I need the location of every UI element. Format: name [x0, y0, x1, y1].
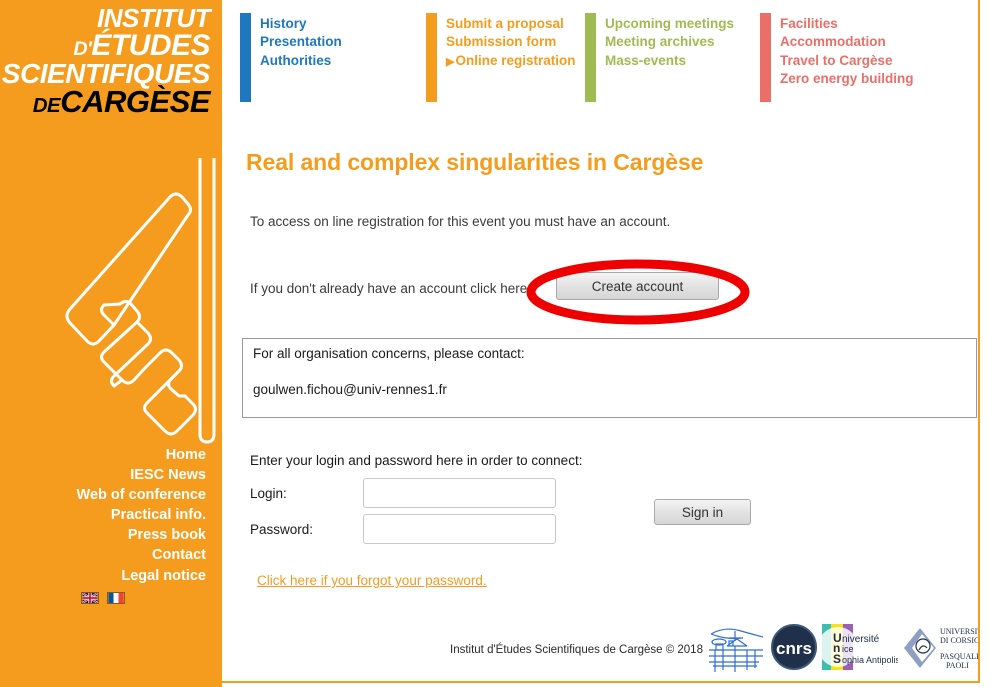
main-content: Real and complex singularities in Cargès… — [240, 0, 980, 687]
sign-in-button[interactable]: Sign in — [654, 499, 751, 525]
sidebar-item-practical-info[interactable]: Practical info. — [0, 505, 206, 525]
svg-text:cnrs: cnrs — [776, 639, 812, 658]
sidebar-item-press-book[interactable]: Press book — [0, 525, 206, 545]
svg-text:ophia Antipolis: ophia Antipolis — [842, 655, 898, 665]
flag-uk-icon[interactable] — [80, 591, 99, 604]
iesc-monogram-graphic — [65, 158, 216, 444]
create-account-hint: If you don't already have an account cli… — [250, 281, 531, 296]
password-label: Password: — [250, 522, 314, 537]
logo-line-cargese: DECARGÈSE — [0, 84, 214, 120]
login-label: Login: — [250, 486, 287, 501]
language-switcher — [0, 589, 222, 607]
sidebar-item-home[interactable]: Home — [0, 445, 206, 465]
login-input[interactable] — [363, 478, 556, 508]
site-logo: INSTITUT D'ÉTUDES SCIENTIFIQUES DECARGÈS… — [0, 3, 214, 120]
sidebar: INSTITUT D'ÉTUDES SCIENTIFIQUES DECARGÈS… — [0, 0, 222, 687]
svg-text:S: S — [833, 652, 841, 666]
frame-border-bottom — [222, 681, 980, 683]
forgot-password-link[interactable]: Click here if you forgot your password. — [257, 573, 487, 588]
logo-line-scientifiques: SCIENTIFIQUES — [1, 58, 211, 90]
contact-box: For all organisation concerns, please co… — [242, 338, 977, 418]
cnrs-logo: cnrs — [771, 624, 817, 670]
contact-heading: For all organisation concerns, please co… — [253, 346, 525, 361]
sidebar-item-legal-notice[interactable]: Legal notice — [0, 566, 206, 586]
svg-text:ice: ice — [842, 644, 854, 654]
logo-line-etudes-prefix: D' — [73, 38, 92, 61]
logo-line-institut: INSTITUT — [97, 3, 211, 33]
create-account-row: If you don't already have an account cli… — [250, 272, 719, 300]
sidebar-item-contact[interactable]: Contact — [0, 545, 206, 565]
svg-text:DI CORSICA: DI CORSICA — [940, 636, 980, 645]
logo-line-etudes: D'ÉTUDES — [0, 29, 214, 63]
sidebar-item-web-of-conference[interactable]: Web of conference — [0, 485, 206, 505]
frame-border-right — [978, 0, 980, 683]
flag-france-icon[interactable] — [107, 591, 126, 604]
iesc-building-logo — [709, 628, 764, 672]
svg-text:PAOLI: PAOLI — [946, 661, 969, 670]
logo-line-etudes-main: ÉTUDES — [91, 29, 210, 63]
svg-text:UNIVERSITÀ: UNIVERSITÀ — [940, 626, 980, 636]
logo-line-cargese-main: CARGÈSE — [60, 84, 210, 120]
create-account-button[interactable]: Create account — [556, 272, 719, 300]
password-input[interactable] — [363, 514, 556, 544]
footer-copyright: Institut d'Études Scientifiques de Cargè… — [450, 644, 703, 656]
logo-line-cargese-prefix: DE — [32, 94, 61, 118]
universita-di-corsica-pasquale-paoli-logo: UNIVERSITÀ DI CORSICA PASQUALE PAOLI — [904, 626, 980, 670]
page-root: INSTITUT D'ÉTUDES SCIENTIFIQUES DECARGÈS… — [0, 0, 999, 687]
contact-email: goulwen.fichou@univ-rennes1.fr — [253, 382, 447, 397]
sidebar-menu: Home IESC News Web of conference Practic… — [0, 445, 206, 586]
sidebar-item-iesc-news[interactable]: IESC News — [0, 465, 206, 485]
intro-text: To access on line registration for this … — [250, 213, 671, 229]
login-prompt: Enter your login and password here in or… — [250, 452, 583, 468]
svg-text:PASQUALE: PASQUALE — [940, 652, 980, 661]
footer: Institut d'Études Scientifiques de Cargè… — [240, 620, 980, 680]
universite-nice-sophia-antipolis-logo: U niversité n ice S ophia Antipolis — [820, 624, 898, 670]
page-title: Real and complex singularities in Cargès… — [246, 149, 704, 176]
